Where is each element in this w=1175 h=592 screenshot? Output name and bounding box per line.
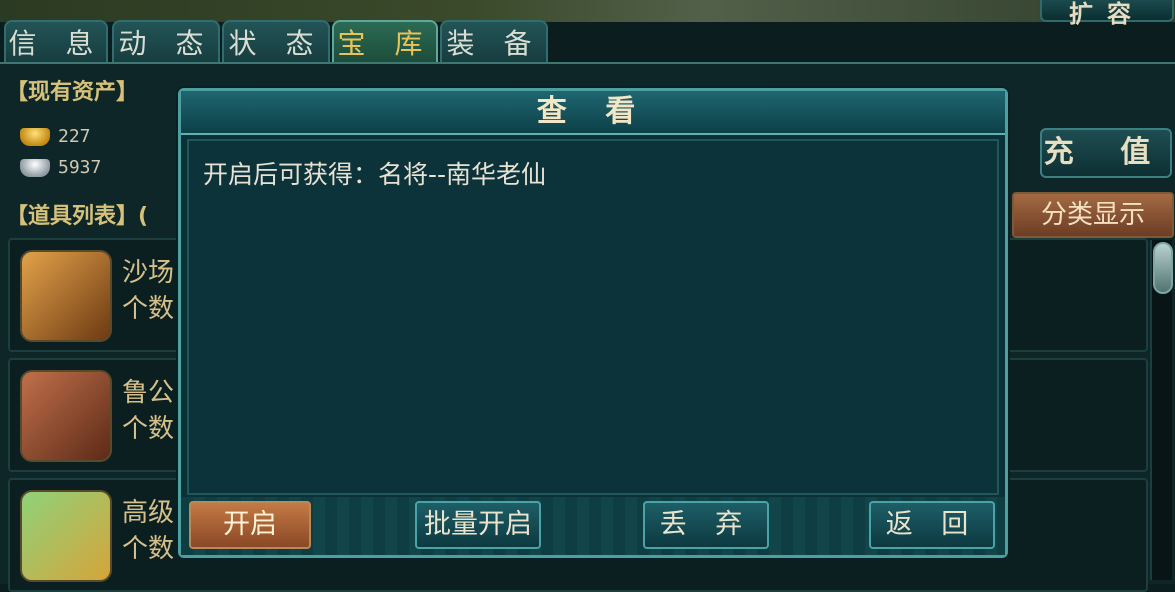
- discard-button[interactable]: 丢 弃: [643, 501, 769, 549]
- item-name: 沙场: [122, 258, 175, 288]
- tab-info[interactable]: 信 息: [4, 20, 108, 64]
- gold-ingot-icon: [20, 127, 50, 146]
- items-section-title: 【道具列表】(: [6, 204, 149, 229]
- recharge-button[interactable]: 充 值: [1040, 128, 1172, 178]
- gold-row: 227: [20, 126, 91, 147]
- tab-bar: 信 息 动 态 状 态 宝 库 装 备: [0, 20, 560, 64]
- expand-button-label: 扩容: [1069, 0, 1145, 28]
- expand-button[interactable]: 扩容: [1040, 0, 1174, 28]
- view-dialog: 查 看 开启后可获得：名将--南华老仙 开启 批量开启 丢 弃 返 回: [178, 88, 1008, 558]
- top-scene-strip: [0, 0, 1175, 22]
- assets-section-title: 【现有资产】: [6, 80, 139, 105]
- item-name: 鲁公: [122, 378, 175, 408]
- item-name: 高级: [122, 498, 175, 528]
- tab-treasury[interactable]: 宝 库: [332, 20, 438, 64]
- classify-display-button[interactable]: 分类显示: [1012, 192, 1174, 238]
- silver-row: 5937: [20, 157, 101, 178]
- list-scrollbar[interactable]: [1150, 240, 1173, 580]
- silver-ingot-icon: [20, 158, 50, 177]
- battlefield-icon: [20, 250, 112, 342]
- dialog-footer: 开启 批量开启 丢 弃 返 回: [181, 497, 1005, 555]
- drum-icon: [20, 490, 112, 582]
- item-count: 个数: [122, 534, 175, 564]
- tab-dynamics[interactable]: 动 态: [112, 20, 220, 64]
- gold-value: 227: [58, 126, 91, 147]
- back-button[interactable]: 返 回: [869, 501, 995, 549]
- dialog-reward-text: 开启后可获得：名将--南华老仙: [203, 160, 547, 189]
- scroll-icon: [20, 370, 112, 462]
- open-button[interactable]: 开启: [189, 501, 311, 549]
- tab-status[interactable]: 状 态: [222, 20, 330, 64]
- dialog-body: 开启后可获得：名将--南华老仙: [187, 139, 999, 495]
- item-count: 个数: [122, 414, 175, 444]
- item-count: 个数: [122, 294, 175, 324]
- silver-value: 5937: [58, 157, 102, 178]
- tab-equipment[interactable]: 装 备: [440, 20, 548, 64]
- dialog-title: 查 看: [536, 94, 650, 129]
- batch-open-button[interactable]: 批量开启: [415, 501, 541, 549]
- scroll-thumb[interactable]: [1153, 242, 1173, 294]
- dialog-header: 查 看: [181, 91, 1005, 135]
